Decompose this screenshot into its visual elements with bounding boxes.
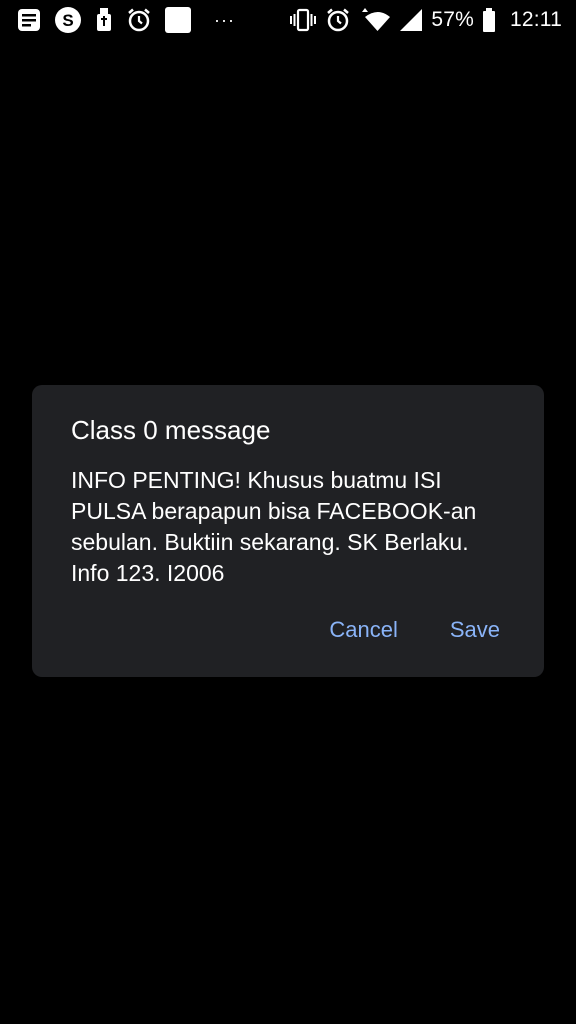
more-notifications-indicator: ··· [214,9,235,30]
save-button[interactable]: Save [450,617,500,643]
clock: 12:11 [510,8,562,31]
alarm-icon [325,7,351,33]
battery-percent: 57% [431,8,474,31]
dialog-message-body: INFO PENTING! Khusus buatmu ISI PULSA be… [71,467,477,586]
dialog-actions: Cancel Save [329,617,500,643]
cell-signal-icon [399,8,423,32]
alarm-icon [126,7,152,33]
svg-text:S: S [62,11,73,30]
class-0-message-dialog: Class 0 message INFO PENTING! Khusus bua… [32,385,544,677]
blank-notification-icon [164,6,192,34]
battery-icon [482,7,496,33]
cancel-button[interactable]: Cancel [329,617,397,643]
system-icons: 57% 12:11 [281,6,562,34]
vibrate-icon [289,7,317,33]
dialog-title: Class 0 message [71,415,271,445]
usb-icon [94,6,114,34]
wifi-icon [359,7,391,33]
notification-icons: S ··· [16,6,247,34]
s-app-icon: S [54,6,82,34]
status-bar: S ··· 57% 12:11 [0,0,576,40]
notes-icon [16,7,42,33]
